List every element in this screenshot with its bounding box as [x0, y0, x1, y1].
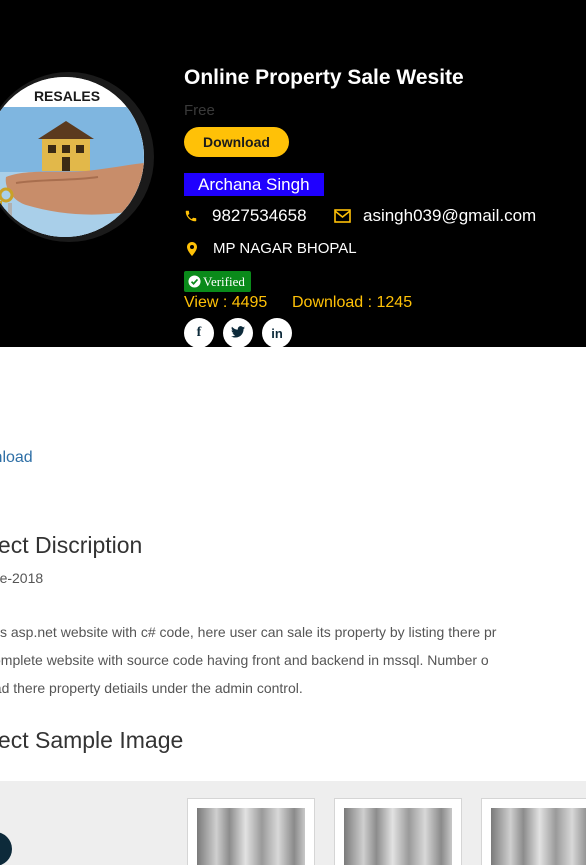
- linkedin-icon: in: [271, 325, 283, 341]
- product-price: Free: [184, 102, 215, 119]
- description-line: complete website with source code having…: [0, 652, 489, 668]
- project-date: une-2018: [0, 570, 44, 586]
- map-marker-icon: [187, 241, 197, 256]
- product-title: Online Property Sale Wesite: [184, 66, 464, 89]
- address-text: MP NAGAR BHOPAL: [213, 240, 357, 257]
- sample-image: [344, 808, 452, 865]
- project-description-heading: oject Discription: [0, 532, 143, 558]
- description-line: s is asp.net website with c# code, here …: [0, 624, 497, 640]
- verified-badge: Verified: [184, 271, 251, 292]
- description-line: oad there property detiails under the ad…: [0, 680, 303, 696]
- download-count: Download : 1245: [292, 294, 413, 311]
- phone-contact[interactable]: 9827534658: [184, 206, 307, 226]
- envelope-icon: [334, 209, 351, 223]
- email-contact[interactable]: asingh039@gmail.com: [334, 206, 536, 226]
- author-name-badge[interactable]: Archana Singh: [184, 173, 324, 196]
- download-link[interactable]: wnload: [0, 449, 33, 467]
- linkedin-button[interactable]: in: [262, 318, 292, 348]
- sample-image: [491, 808, 586, 865]
- phone-icon: [184, 209, 198, 223]
- logo-text: RESALES: [34, 88, 100, 104]
- facebook-button[interactable]: f: [184, 318, 214, 348]
- download-button[interactable]: Download: [184, 127, 289, 157]
- twitter-button[interactable]: [223, 318, 253, 348]
- product-hero: RESALES Online Property Sale Wesite Free…: [0, 0, 586, 348]
- sample-thumbnail[interactable]: [481, 798, 586, 865]
- sample-image-heading: oject Sample Image: [0, 727, 184, 753]
- twitter-icon: [231, 325, 245, 341]
- address-contact: MP NAGAR BHOPAL: [184, 240, 357, 257]
- sample-thumbnail[interactable]: [187, 798, 315, 865]
- view-count: View : 4495: [184, 294, 268, 311]
- verified-label: Verified: [203, 273, 245, 289]
- phone-number: 9827534658: [212, 206, 307, 225]
- email-address: asingh039@gmail.com: [363, 206, 537, 225]
- check-circle-icon: [188, 275, 201, 288]
- facebook-icon: f: [196, 325, 202, 340]
- sample-thumbnail[interactable]: [334, 798, 462, 865]
- sample-image: [197, 808, 305, 865]
